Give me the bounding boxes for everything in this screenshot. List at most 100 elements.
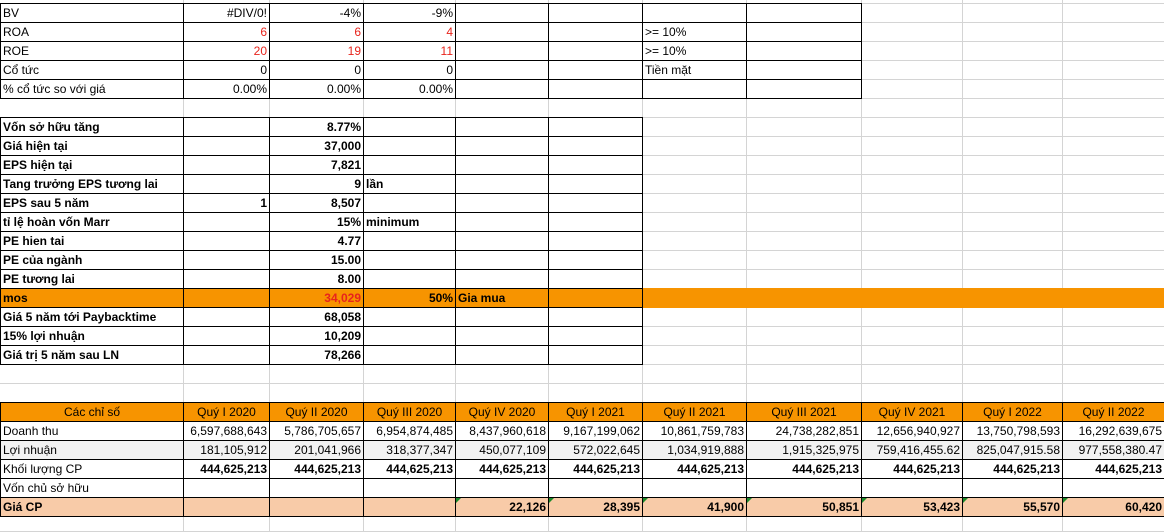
valuation-unit-cell[interactable] [363,117,456,137]
quarter-value-cell[interactable] [962,478,1063,498]
quarter-value-cell[interactable]: 13,750,798,593 [962,421,1063,441]
quarter-value-cell[interactable]: 55,570 [962,497,1063,517]
empty-cell[interactable] [363,307,456,327]
quarter-value-cell[interactable]: 10,861,759,783 [642,421,747,441]
quarter-value-cell[interactable] [548,478,643,498]
quarter-header-cell[interactable]: Quý I 2022 [962,402,1063,422]
quarter-header-cell[interactable]: Quý I 2020 [183,402,270,422]
quarter-row-label[interactable]: Vốn chủ sở hữu [0,478,184,498]
empty-cell[interactable] [455,60,549,80]
empty-cell[interactable] [455,79,549,99]
quarter-header-label[interactable]: Các chỉ số [0,402,184,422]
ratio-value-cell[interactable]: 0.00% [183,79,270,99]
quarter-header-cell[interactable]: Quý IV 2020 [455,402,549,422]
empty-cell[interactable] [548,79,643,99]
mos-note-cell[interactable]: Gia mua [455,288,549,308]
valuation-label-cell[interactable]: Giá 5 năm tới Paybacktime [0,307,184,327]
valuation-value-cell[interactable]: 15.00 [269,250,364,270]
quarter-header-cell[interactable]: Quý IV 2021 [861,402,963,422]
empty-cell[interactable] [746,22,862,42]
ratio-label-cell[interactable]: ROA [0,22,184,42]
quarter-value-cell[interactable]: 60,420 [1062,497,1164,517]
quarter-value-cell[interactable]: 181,105,912 [183,440,270,460]
empty-cell[interactable] [455,136,549,156]
quarter-value-cell[interactable]: 8,437,960,618 [455,421,549,441]
quarter-value-cell[interactable]: 572,022,645 [548,440,643,460]
valuation-unit-cell[interactable]: lần [363,174,456,194]
ratio-note-cell[interactable]: >= 10% [642,22,747,42]
empty-cell[interactable] [455,326,549,346]
quarter-value-cell[interactable]: 12,656,940,927 [861,421,963,441]
quarter-row-label[interactable]: Doanh thu [0,421,184,441]
quarter-header-cell[interactable]: Quý III 2020 [363,402,456,422]
empty-cell[interactable] [548,3,643,23]
quarter-value-cell[interactable]: 444,625,213 [861,459,963,479]
empty-cell[interactable] [455,193,549,213]
valuation-b-cell[interactable] [183,269,270,289]
valuation-label-cell[interactable]: PE tương lai [0,269,184,289]
ratio-note-cell[interactable] [642,3,747,23]
valuation-value-cell[interactable]: 8.00 [269,269,364,289]
quarter-value-cell[interactable]: 41,900 [642,497,747,517]
valuation-label-cell[interactable]: Giá hiện tại [0,136,184,156]
quarter-value-cell[interactable]: 6,597,688,643 [183,421,270,441]
quarter-value-cell[interactable]: 444,625,213 [1062,459,1164,479]
quarter-row-label[interactable]: Khối lượng CP [0,459,184,479]
quarter-value-cell[interactable]: 759,416,455.62 [861,440,963,460]
valuation-unit-cell[interactable] [363,231,456,251]
quarter-value-cell[interactable]: 16,292,639,675 [1062,421,1164,441]
quarter-value-cell[interactable]: 28,395 [548,497,643,517]
valuation-value-cell[interactable]: 8.77% [269,117,364,137]
valuation-b-cell[interactable] [183,231,270,251]
valuation-value-cell[interactable]: 10,209 [269,326,364,346]
empty-cell[interactable] [455,231,549,251]
ratio-value-cell[interactable]: 19 [269,41,364,61]
valuation-unit-cell[interactable] [363,155,456,175]
valuation-b-cell[interactable] [183,212,270,232]
quarter-value-cell[interactable]: 1,034,919,888 [642,440,747,460]
quarter-value-cell[interactable]: 977,558,380.47 [1062,440,1164,460]
valuation-label-cell[interactable]: PE của ngành [0,250,184,270]
empty-cell[interactable] [455,174,549,194]
ratio-value-cell[interactable]: -4% [269,3,364,23]
quarter-value-cell[interactable]: 444,625,213 [962,459,1063,479]
valuation-b-cell[interactable]: 1 [183,193,270,213]
ratio-value-cell[interactable]: 6 [269,22,364,42]
empty-cell[interactable] [548,136,643,156]
empty-cell[interactable] [455,155,549,175]
quarter-value-cell[interactable]: 22,126 [455,497,549,517]
quarter-value-cell[interactable]: 6,954,874,485 [363,421,456,441]
quarter-value-cell[interactable]: 9,167,199,062 [548,421,643,441]
empty-cell[interactable] [183,345,270,365]
quarter-value-cell[interactable]: 444,625,213 [642,459,747,479]
quarter-value-cell[interactable] [269,478,364,498]
quarter-value-cell[interactable]: 444,625,213 [548,459,643,479]
valuation-unit-cell[interactable] [363,136,456,156]
ratio-label-cell[interactable]: ROE [0,41,184,61]
quarter-value-cell[interactable] [363,497,456,517]
quarter-value-cell[interactable]: 444,625,213 [183,459,270,479]
empty-cell[interactable] [363,345,456,365]
ratio-value-cell[interactable]: 6 [183,22,270,42]
ratio-value-cell[interactable]: 0.00% [269,79,364,99]
quarter-value-cell[interactable]: 444,625,213 [269,459,364,479]
quarter-header-cell[interactable]: Quý II 2021 [642,402,747,422]
empty-cell[interactable] [548,117,643,137]
empty-cell[interactable] [746,3,862,23]
quarter-value-cell[interactable] [183,478,270,498]
valuation-b-cell[interactable] [183,174,270,194]
quarter-value-cell[interactable] [183,497,270,517]
ratio-value-cell[interactable]: 4 [363,22,456,42]
empty-cell[interactable] [548,22,643,42]
valuation-value-cell[interactable]: 9 [269,174,364,194]
valuation-b-cell[interactable] [183,155,270,175]
valuation-label-cell[interactable]: 15% lợi nhuận [0,326,184,346]
quarter-value-cell[interactable]: 444,625,213 [363,459,456,479]
empty-cell[interactable] [455,22,549,42]
valuation-b-cell[interactable] [183,117,270,137]
empty-cell[interactable] [183,307,270,327]
empty-cell[interactable] [548,269,643,289]
empty-cell[interactable] [455,212,549,232]
quarter-value-cell[interactable] [363,478,456,498]
ratio-value-cell[interactable]: #DIV/0! [183,3,270,23]
